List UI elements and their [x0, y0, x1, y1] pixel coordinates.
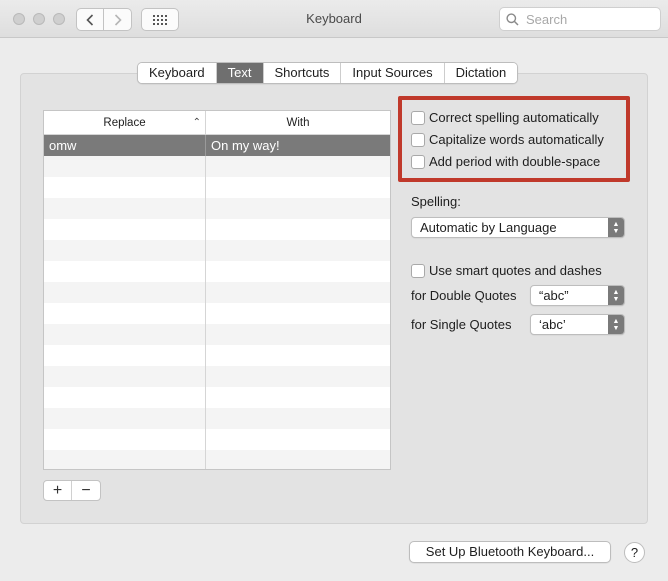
add-period-label: Add period with double-space [429, 154, 601, 169]
correct-spelling-label: Correct spelling automatically [429, 110, 599, 125]
help-button[interactable]: ? [624, 542, 645, 563]
search-icon [506, 12, 519, 26]
empty-row [44, 429, 390, 450]
popup-arrows-icon: ▲ ▼ [608, 286, 624, 305]
correct-spelling-option[interactable]: Correct spelling automatically [411, 110, 599, 125]
empty-row [44, 303, 390, 324]
search-field[interactable] [499, 7, 661, 31]
capitalize-words-option[interactable]: Capitalize words automatically [411, 132, 604, 147]
spelling-label: Spelling: [411, 194, 461, 209]
empty-row [44, 450, 390, 469]
empty-row [44, 387, 390, 408]
empty-row [44, 345, 390, 366]
tab-bar: Keyboard Text Shortcuts Input Sources Di… [137, 62, 519, 84]
column-header-replace[interactable]: Replace ⌃ [44, 111, 206, 134]
smart-quotes-checkbox[interactable] [411, 263, 425, 278]
empty-row [44, 366, 390, 387]
empty-row [44, 198, 390, 219]
capitalize-words-checkbox[interactable] [411, 132, 425, 147]
correct-spelling-checkbox[interactable] [411, 110, 425, 125]
empty-row [44, 177, 390, 198]
text-replacement-table[interactable]: Replace ⌃ With omw On my way! [43, 110, 391, 470]
tab-dictation[interactable]: Dictation [444, 63, 518, 83]
single-quotes-label: for Single Quotes [411, 317, 512, 332]
empty-row [44, 408, 390, 429]
setup-bluetooth-keyboard-button[interactable]: Set Up Bluetooth Keyboard... [409, 541, 611, 563]
tab-keyboard[interactable]: Keyboard [138, 63, 217, 83]
add-period-option[interactable]: Add period with double-space [411, 154, 600, 169]
add-remove-control: + − [43, 480, 101, 501]
smart-quotes-option[interactable]: Use smart quotes and dashes [411, 263, 602, 278]
empty-row [44, 156, 390, 177]
table-row[interactable]: omw On my way! [44, 135, 390, 156]
with-cell[interactable]: On my way! [206, 135, 390, 156]
add-button[interactable]: + [44, 481, 72, 500]
empty-row [44, 261, 390, 282]
spelling-popup-value: Automatic by Language [420, 220, 557, 235]
add-period-checkbox[interactable] [411, 154, 425, 169]
empty-row [44, 240, 390, 261]
empty-row [44, 324, 390, 345]
remove-button[interactable]: − [72, 481, 100, 500]
spelling-popup[interactable]: Automatic by Language ▲ ▼ [411, 217, 625, 238]
single-quotes-value: ‘abc’ [539, 317, 566, 332]
double-quotes-popup[interactable]: “abc” ▲ ▼ [530, 285, 625, 306]
double-quotes-value: “abc” [539, 288, 569, 303]
sort-ascending-icon: ⌃ [192, 117, 201, 128]
tab-shortcuts[interactable]: Shortcuts [263, 63, 342, 83]
search-input[interactable] [524, 10, 654, 28]
column-header-replace-label: Replace [103, 117, 146, 129]
double-quotes-label: for Double Quotes [411, 288, 517, 303]
title-bar: Keyboard [0, 0, 668, 38]
empty-row [44, 282, 390, 303]
capitalize-words-label: Capitalize words automatically [429, 132, 604, 147]
table-header: Replace ⌃ With [44, 111, 390, 135]
table-body: omw On my way! [44, 135, 390, 469]
tab-input-sources[interactable]: Input Sources [341, 63, 445, 83]
single-quotes-popup[interactable]: ‘abc’ ▲ ▼ [530, 314, 625, 335]
tab-text[interactable]: Text [216, 63, 264, 83]
popup-arrows-icon: ▲ ▼ [608, 218, 624, 237]
popup-arrows-icon: ▲ ▼ [608, 315, 624, 334]
empty-row [44, 219, 390, 240]
column-header-with[interactable]: With [206, 111, 390, 134]
replace-cell[interactable]: omw [44, 135, 206, 156]
smart-quotes-label: Use smart quotes and dashes [429, 263, 602, 278]
